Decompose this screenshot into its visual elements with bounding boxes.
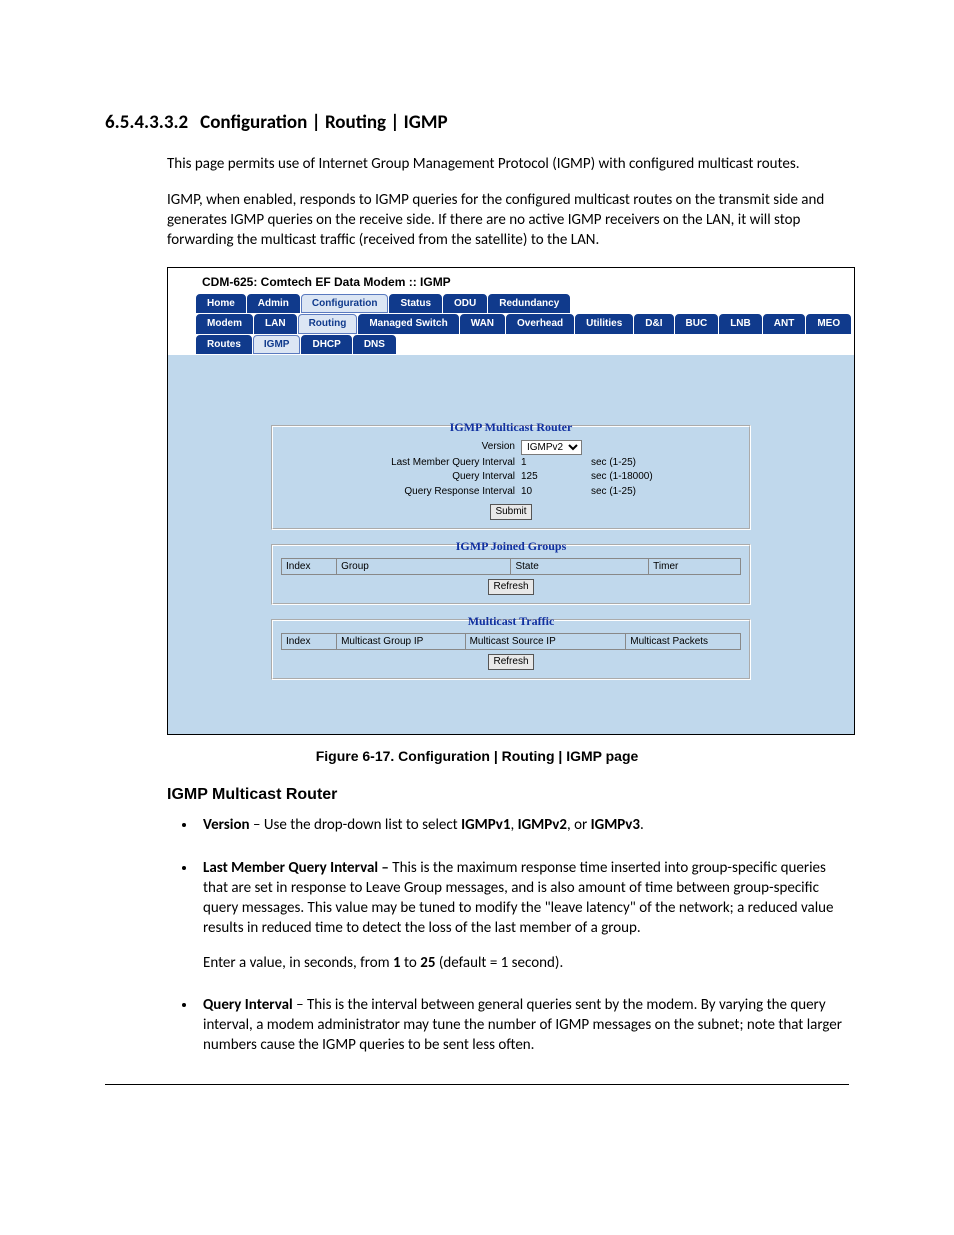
nav-row-2: Modem LAN Routing Managed Switch WAN Ove… [168,314,854,335]
col-state: State [511,558,649,575]
table-row: Index Group State Timer [282,558,741,575]
embedded-screenshot: CDM-625: Comtech EF Data Modem :: IGMP H… [167,267,855,735]
label-lmq: Last Member Query Interval [281,456,521,470]
tab-meo[interactable]: MEO [806,314,851,334]
table-multicast-traffic: Index Multicast Group IP Multicast Sourc… [281,633,741,651]
tab-dns[interactable]: DNS [353,335,396,355]
tab-wan[interactable]: WAN [460,314,505,334]
tab-ant[interactable]: ANT [763,314,806,334]
paragraph-intro-2: IGMP, when enabled, responds to IGMP que… [167,190,849,251]
tab-configuration[interactable]: Configuration [301,294,389,314]
section-title: Configuration | Routing | IGMP [200,111,447,134]
col-mc-group-ip: Multicast Group IP [337,633,466,650]
section-heading: 6.5.4.3.3.2 Configuration | Routing | IGM… [105,110,849,136]
refresh-button-joined[interactable]: Refresh [488,579,533,595]
value-qri: 10 [521,485,561,499]
tab-buc[interactable]: BUC [675,314,719,334]
col-group: Group [337,558,511,575]
col-index: Index [282,558,337,575]
label-qri: Query Response Interval [281,485,521,499]
col-index: Index [282,633,337,650]
tab-routes[interactable]: Routes [196,335,252,355]
label-version: Version [281,440,521,454]
tab-igmp[interactable]: IGMP [253,335,301,355]
select-version[interactable]: IGMPv2 [521,440,582,455]
bullet-qi: Query Interval – This is the interval be… [197,995,849,1056]
tab-lan[interactable]: LAN [254,314,297,334]
subsection-heading: IGMP Multicast Router [167,784,849,806]
bullet-lmq: Last Member Query Interval – This is the… [197,858,849,973]
panel-igmp-joined-groups: IGMP Joined Groups Index Group State Tim… [271,544,751,605]
screenshot-body: IGMP Multicast Router Version IGMPv2 Las… [168,355,854,734]
bullet-version: Version – Use the drop-down list to sele… [197,815,849,835]
refresh-button-traffic[interactable]: Refresh [488,654,533,670]
nav-row-1: Home Admin Configuration Status ODU Redu… [168,294,854,315]
panel-multicast-traffic: Multicast Traffic Index Multicast Group … [271,619,751,680]
tab-dhcp[interactable]: DHCP [301,335,351,355]
tab-lnb[interactable]: LNB [719,314,762,334]
figure-caption: Figure 6-17. Configuration | Routing | I… [105,747,849,766]
panel-title-joined: IGMP Joined Groups [281,538,741,554]
tab-redundancy[interactable]: Redundancy [488,294,570,314]
col-mc-source-ip: Multicast Source IP [465,633,626,650]
value-qi: 125 [521,470,561,484]
tab-admin[interactable]: Admin [247,294,300,314]
paragraph-intro-1: This page permits use of Internet Group … [167,154,849,174]
col-timer: Timer [649,558,741,575]
table-joined-groups: Index Group State Timer [281,558,741,576]
section-number: 6.5.4.3.3.2 [105,111,188,134]
tab-utilities[interactable]: Utilities [575,314,633,334]
bullet-list: Version – Use the drop-down list to sele… [197,815,849,1055]
bullet-lmq-p2: Enter a value, in seconds, from 1 to 25 … [203,953,849,973]
tab-managed-switch[interactable]: Managed Switch [358,314,458,334]
nav-row-3: Routes IGMP DHCP DNS [168,335,854,356]
label-qi: Query Interval [281,470,521,484]
value-lmq: 1 [521,456,561,470]
panel-title-router: IGMP Multicast Router [281,419,741,435]
tab-di[interactable]: D&I [634,314,673,334]
unit-lmq: sec (1-25) [561,456,741,470]
unit-qi: sec (1-18000) [561,470,741,484]
col-mc-packets: Multicast Packets [626,633,741,650]
tab-status[interactable]: Status [389,294,442,314]
tab-home[interactable]: Home [196,294,246,314]
submit-button[interactable]: Submit [490,504,531,520]
tab-routing[interactable]: Routing [298,314,358,334]
tab-odu[interactable]: ODU [443,294,487,314]
tab-modem[interactable]: Modem [196,314,253,334]
window-title: CDM-625: Comtech EF Data Modem :: IGMP [168,268,854,294]
table-row: Index Multicast Group IP Multicast Sourc… [282,633,741,650]
panel-title-traffic: Multicast Traffic [281,613,741,629]
panel-igmp-multicast-router: IGMP Multicast Router Version IGMPv2 Las… [271,425,751,529]
unit-qri: sec (1-25) [561,485,741,499]
footer-rule [105,1084,849,1085]
tab-overhead[interactable]: Overhead [506,314,574,334]
